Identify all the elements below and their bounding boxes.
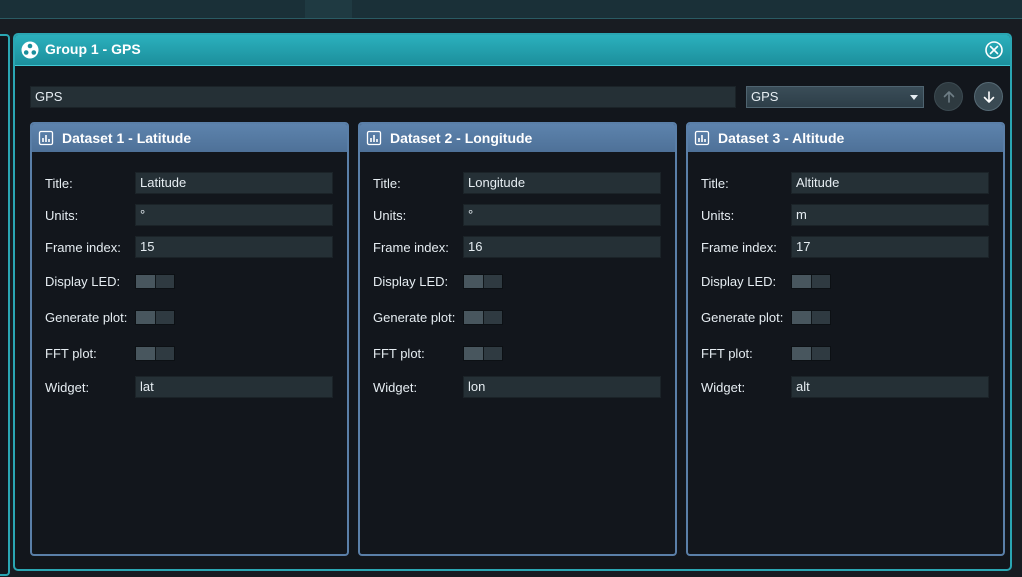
display-led-switch[interactable] <box>463 274 503 289</box>
display-led-label: Display LED: <box>373 274 449 289</box>
units-label: Units: <box>701 208 735 223</box>
display-led-label: Display LED: <box>701 274 777 289</box>
dataset-panel-latitude: Dataset 1 - Latitude Title: Latitude Uni… <box>30 122 349 556</box>
dataset-units-input[interactable]: ° <box>463 204 661 226</box>
arrow-up-icon <box>943 91 955 103</box>
widget-label: Widget: <box>373 380 418 395</box>
frame-index-label: Frame index: <box>373 240 449 255</box>
switch-knob <box>464 347 484 360</box>
units-label: Units: <box>45 208 79 223</box>
group-widget-value: GPS <box>751 89 779 104</box>
bar-chart-icon <box>38 130 54 146</box>
group-widget-select[interactable]: GPS <box>746 86 924 108</box>
generate-plot-switch[interactable] <box>463 310 503 325</box>
chevron-down-icon <box>910 95 918 100</box>
fft-plot-switch[interactable] <box>463 346 503 361</box>
switch-knob <box>792 311 812 324</box>
display-led-switch[interactable] <box>135 274 175 289</box>
bar-chart-icon <box>694 130 710 146</box>
dataset-panel-altitude: Dataset 3 - Altitude Title: Altitude Uni… <box>686 122 1005 556</box>
group-window: Group 1 - GPS GPS GPS Dataset 1 - Latitu… <box>13 33 1012 571</box>
units-label: Units: <box>373 208 407 223</box>
arrow-down-icon <box>983 91 995 103</box>
group-title-input[interactable]: GPS <box>30 86 736 108</box>
toolbar-segment <box>0 0 305 18</box>
generate-plot-label: Generate plot: <box>45 310 128 325</box>
dataset-frame-index-input[interactable]: 15 <box>135 236 333 258</box>
close-icon[interactable] <box>984 40 1004 60</box>
top-toolbar <box>0 0 1022 19</box>
fft-plot-switch[interactable] <box>791 346 831 361</box>
toolbar-segment <box>352 0 1022 18</box>
widget-label: Widget: <box>701 380 746 395</box>
generate-plot-switch[interactable] <box>791 310 831 325</box>
title-label: Title: <box>701 176 729 191</box>
dataset-title: Dataset 1 - Latitude <box>62 130 192 146</box>
dataset-title: Dataset 2 - Longitude <box>390 130 533 146</box>
switch-knob <box>136 311 156 324</box>
bar-chart-icon <box>366 130 382 146</box>
title-label: Title: <box>373 176 401 191</box>
dataset-title-input[interactable]: Latitude <box>135 172 333 194</box>
fft-plot-label: FFT plot: <box>701 346 753 361</box>
group-icon <box>21 41 39 59</box>
switch-knob <box>792 275 812 288</box>
switch-knob <box>792 347 812 360</box>
dataset-widget-input[interactable]: lon <box>463 376 661 398</box>
dataset-title-input[interactable]: Altitude <box>791 172 989 194</box>
adjacent-window-edge <box>0 34 10 576</box>
switch-knob <box>136 275 156 288</box>
dataset-title-input[interactable]: Longitude <box>463 172 661 194</box>
dataset-frame-index-input[interactable]: 17 <box>791 236 989 258</box>
generate-plot-switch[interactable] <box>135 310 175 325</box>
dataset-header: Dataset 2 - Longitude <box>360 124 675 152</box>
dataset-units-input[interactable]: m <box>791 204 989 226</box>
generate-plot-label: Generate plot: <box>701 310 784 325</box>
dataset-widget-input[interactable]: lat <box>135 376 333 398</box>
widget-label: Widget: <box>45 380 90 395</box>
title-label: Title: <box>45 176 73 191</box>
switch-knob <box>136 347 156 360</box>
dataset-panel-longitude: Dataset 2 - Longitude Title: Longitude U… <box>358 122 677 556</box>
frame-index-label: Frame index: <box>701 240 777 255</box>
switch-knob <box>464 275 484 288</box>
dataset-title: Dataset 3 - Altitude <box>718 130 845 146</box>
window-title: Group 1 - GPS <box>45 41 141 57</box>
dataset-frame-index-input[interactable]: 16 <box>463 236 661 258</box>
fft-plot-switch[interactable] <box>135 346 175 361</box>
dataset-units-input[interactable]: ° <box>135 204 333 226</box>
move-down-button[interactable] <box>974 82 1003 111</box>
dataset-header: Dataset 1 - Latitude <box>32 124 347 152</box>
fft-plot-label: FFT plot: <box>373 346 425 361</box>
frame-index-label: Frame index: <box>45 240 121 255</box>
switch-knob <box>464 311 484 324</box>
window-header: Group 1 - GPS <box>15 35 1010 66</box>
move-up-button[interactable] <box>934 82 963 111</box>
dataset-widget-input[interactable]: alt <box>791 376 989 398</box>
display-led-switch[interactable] <box>791 274 831 289</box>
generate-plot-label: Generate plot: <box>373 310 456 325</box>
display-led-label: Display LED: <box>45 274 121 289</box>
dataset-header: Dataset 3 - Altitude <box>688 124 1003 152</box>
fft-plot-label: FFT plot: <box>45 346 97 361</box>
